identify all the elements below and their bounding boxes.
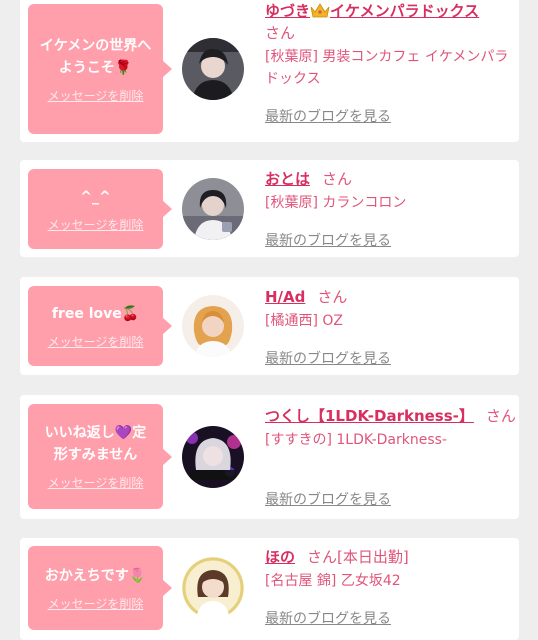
cast-place: [すすきの] 1LDK-Darkness- bbox=[265, 432, 447, 448]
cast-info: ゆづき イケメンパラドックス さん [秋葉原] 男装コンカフェ イケメンパラドック… bbox=[265, 0, 510, 125]
message-bubble: ^_^ メッセージを削除 bbox=[28, 169, 172, 249]
message-text: イケメンの世界へようこそ🌹 bbox=[39, 37, 152, 76]
name-line: ほの さん[本日出勤] bbox=[265, 546, 510, 568]
cast-name-link[interactable]: おとは bbox=[265, 170, 310, 188]
cast-place: [名古屋 錦] 乙女坂42 bbox=[265, 573, 401, 589]
cast-name-part: イケメンパラドックス bbox=[330, 2, 480, 20]
delete-message-link[interactable]: メッセージを削除 bbox=[48, 87, 144, 104]
avatar[interactable] bbox=[182, 38, 244, 100]
cast-info: おとは さん [秋葉原] カランコロン 最新のブログを見る bbox=[265, 168, 510, 249]
cast-place: [橘通西] OZ bbox=[265, 313, 343, 329]
honorific: さん bbox=[265, 24, 296, 42]
cast-name-link[interactable]: ゆづき イケメンパラドックス bbox=[265, 2, 479, 20]
message-text: ^_^ bbox=[80, 188, 111, 205]
latest-blog-link[interactable]: 最新のブログを見る bbox=[265, 348, 391, 368]
avatar[interactable] bbox=[182, 557, 244, 619]
avatar[interactable] bbox=[182, 426, 244, 488]
cast-info: ほの さん[本日出勤] [名古屋 錦] 乙女坂42 最新のブログを見る bbox=[265, 546, 510, 627]
message-bubble: おかえちです🌷 メッセージを削除 bbox=[28, 546, 172, 630]
delete-message-link[interactable]: メッセージを削除 bbox=[48, 216, 144, 233]
name-line: おとは さん bbox=[265, 168, 510, 190]
cast-name-link[interactable]: ほの bbox=[265, 548, 295, 566]
list-item: おかえちです🌷 メッセージを削除 ほの さん[本日出勤] [名古屋 錦] 乙女坂4… bbox=[20, 538, 519, 640]
message-bubble: イケメンの世界へようこそ🌹 メッセージを削除 bbox=[28, 4, 172, 134]
avatar[interactable] bbox=[182, 295, 244, 357]
cast-place: [秋葉原] カランコロン bbox=[265, 195, 407, 211]
message-text: いいね返し💜定形すみません bbox=[44, 425, 147, 463]
honorific: さん bbox=[307, 548, 338, 566]
delete-message-link[interactable]: メッセージを削除 bbox=[48, 474, 144, 491]
cast-place: [秋葉原] 男装コンカフェ イケメンパラドックス bbox=[265, 49, 509, 87]
work-status: [本日出勤] bbox=[337, 548, 409, 566]
message-bubble: free love🍒 メッセージを削除 bbox=[28, 286, 172, 366]
avatar[interactable] bbox=[182, 178, 244, 240]
list-item: いいね返し💜定形すみません メッセージを削除 つくし【1LDK-Darkness… bbox=[20, 395, 519, 519]
name-line: ゆづき イケメンパラドックス bbox=[265, 0, 510, 22]
list-item: イケメンの世界へようこそ🌹 メッセージを削除 ゆづき イケメンパラドックス さん … bbox=[20, 0, 519, 142]
cast-info: H/Ad さん [橘通西] OZ 最新のブログを見る bbox=[265, 286, 510, 367]
delete-message-link[interactable]: メッセージを削除 bbox=[48, 333, 144, 350]
name-line: H/Ad さん bbox=[265, 286, 510, 308]
message-bubble: いいね返し💜定形すみません メッセージを削除 bbox=[28, 404, 172, 509]
list-item: ^_^ メッセージを削除 おとは さん [秋葉原] カランコロン 最新のブログを見… bbox=[20, 160, 519, 257]
list-item: free love🍒 メッセージを削除 H/Ad さん [橘通西] OZ 最新のブ… bbox=[20, 277, 519, 375]
name-line: つくし【1LDK-Darkness-】 さん bbox=[265, 405, 523, 427]
latest-blog-link[interactable]: 最新のブログを見る bbox=[265, 230, 391, 250]
honorific: さん bbox=[485, 407, 516, 425]
cast-name-link[interactable]: つくし【1LDK-Darkness-】 bbox=[265, 407, 474, 425]
latest-blog-link[interactable]: 最新のブログを見る bbox=[265, 489, 391, 509]
crown-icon bbox=[310, 3, 330, 18]
honorific: さん bbox=[322, 170, 353, 188]
latest-blog-link[interactable]: 最新のブログを見る bbox=[265, 608, 391, 628]
cast-info: つくし【1LDK-Darkness-】 さん [すすきの] 1LDK-Darkne… bbox=[265, 405, 523, 508]
latest-blog-link[interactable]: 最新のブログを見る bbox=[265, 106, 391, 126]
cast-name-part: ゆづき bbox=[265, 2, 311, 20]
delete-message-link[interactable]: メッセージを削除 bbox=[48, 595, 144, 612]
honorific: さん bbox=[317, 288, 348, 306]
message-text: free love🍒 bbox=[51, 305, 140, 322]
cast-name-link[interactable]: H/Ad bbox=[265, 288, 305, 306]
message-text: おかえちです🌷 bbox=[44, 567, 147, 584]
